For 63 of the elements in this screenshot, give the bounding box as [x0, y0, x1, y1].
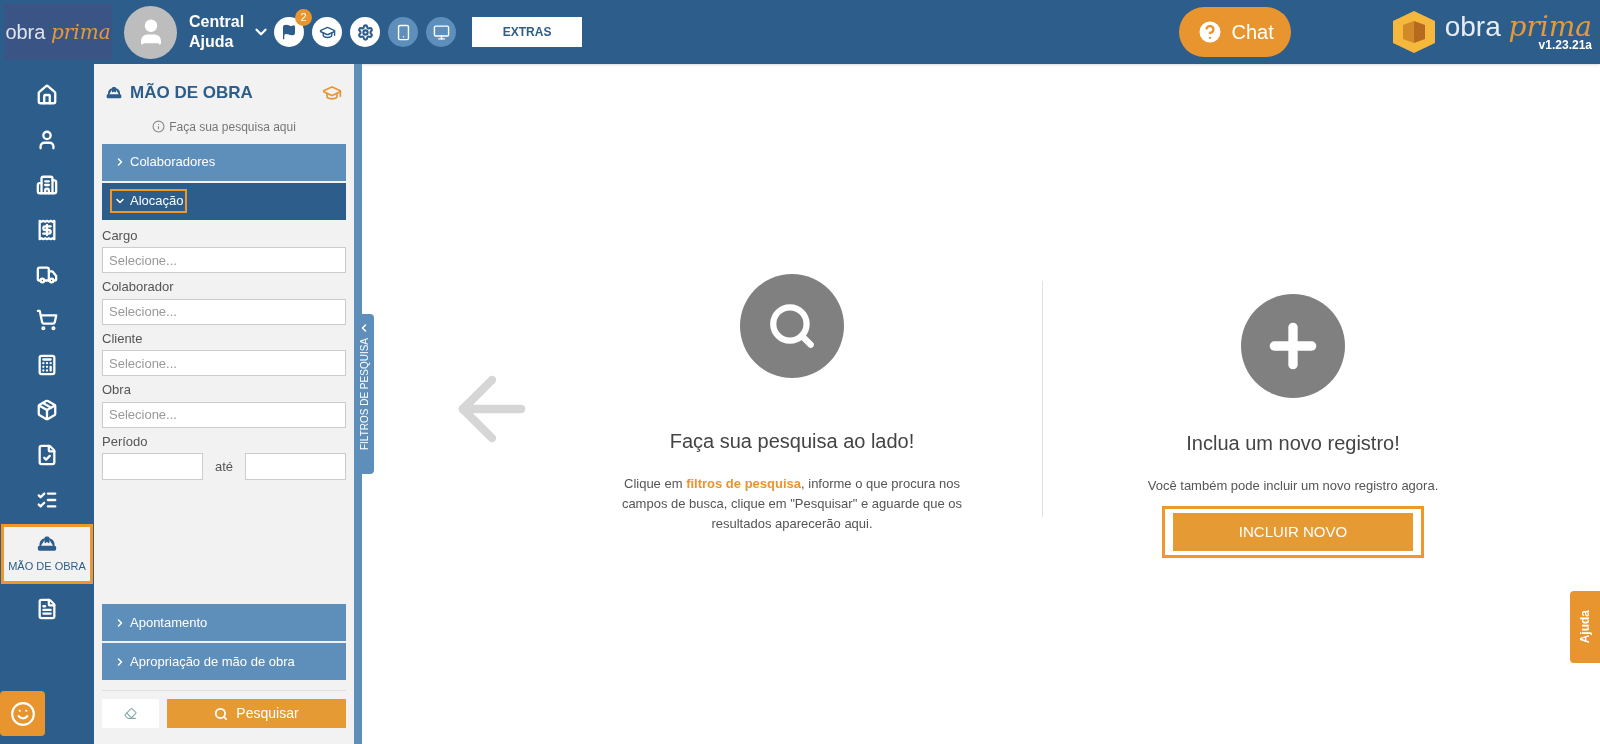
- field-label: Colaborador: [102, 278, 175, 296]
- logo[interactable]: obra prima: [4, 4, 112, 60]
- card-title: Faça sua pesquisa ao lado!: [669, 429, 915, 454]
- notification-badge: 2: [295, 9, 313, 26]
- panel-title: MÃO DE OBRA: [130, 82, 253, 104]
- search-icon: [767, 301, 817, 351]
- chat-button[interactable]: Chat: [1178, 7, 1291, 57]
- section-title: Apropriação de mão de obra: [110, 649, 299, 674]
- field-label: Cliente: [102, 329, 144, 348]
- monitor-icon: [432, 23, 450, 41]
- nav-icon: [36, 308, 58, 331]
- select-field[interactable]: Selecione...: [102, 247, 346, 273]
- nav-icon: [36, 128, 58, 151]
- select-field[interactable]: Selecione...: [102, 401, 346, 428]
- monitor-button[interactable]: [426, 17, 457, 47]
- accordion-header[interactable]: Apontamento: [102, 604, 346, 641]
- nav-item[interactable]: MÃO DE OBRA: [1, 524, 93, 584]
- accordion-header[interactable]: Alocação: [102, 182, 346, 220]
- panel-hint: Faça sua pesquisa aqui: [169, 118, 296, 136]
- user-name[interactable]: Central: [189, 12, 245, 32]
- version-label: v1.23.21a: [1538, 39, 1592, 51]
- smartphone-button[interactable]: [388, 17, 419, 47]
- accordion-header[interactable]: Apropriação de mão de obra: [102, 643, 346, 680]
- nav-icon: [36, 443, 58, 466]
- select-field[interactable]: Selecione...: [102, 350, 346, 376]
- flag-icon: [281, 24, 298, 40]
- section-title: Colaboradores: [110, 150, 220, 174]
- section-title: Alocação: [110, 189, 188, 213]
- nav-icon: [36, 173, 58, 196]
- logo-text: obra prima: [5, 19, 111, 46]
- card-text: Você também pode incluir um novo registro agora.: [1147, 477, 1439, 496]
- select-field[interactable]: Selecione...: [102, 298, 346, 325]
- search-button[interactable]: Pesquisar: [167, 699, 346, 728]
- graduation-cap-button[interactable]: [312, 17, 343, 47]
- hard-hat-icon: [106, 84, 122, 101]
- range-separator: até: [214, 457, 235, 476]
- smiley-icon: [9, 700, 36, 727]
- card-title: Inclua um novo registro!: [1186, 431, 1400, 457]
- avatar[interactable]: [124, 5, 177, 59]
- date-field[interactable]: [245, 453, 347, 480]
- settings-icon: [356, 23, 374, 41]
- nav-icon: [36, 597, 58, 620]
- help-tab[interactable]: Ajuda: [1570, 591, 1600, 663]
- nav-icon: [36, 398, 58, 421]
- info-icon: [152, 120, 166, 133]
- field-label: Obra: [102, 381, 132, 399]
- nav-icon: [36, 353, 58, 376]
- new-record-button[interactable]: INCLUIR NOVO: [1162, 505, 1424, 558]
- accordion-header[interactable]: Colaboradores: [102, 143, 346, 181]
- search-icon: [214, 706, 229, 721]
- extras-button[interactable]: EXTRAS: [472, 17, 583, 47]
- logo-icon: [1390, 9, 1437, 55]
- settings-button[interactable]: [350, 17, 381, 47]
- nav-icon: [36, 218, 58, 241]
- card-text: Clique em filtros de pesquisa, informe o que procura nos campos de busca, clique em "Pesquisar" e aguarde que os resultados aparecerão aqui.: [620, 475, 964, 533]
- nav-icon: [36, 83, 58, 106]
- user-name[interactable]: Ajuda: [189, 32, 245, 52]
- eraser-icon: [124, 707, 137, 720]
- field-label: Cargo: [102, 226, 139, 245]
- date-field[interactable]: [102, 453, 203, 480]
- field-label: Período: [102, 432, 149, 451]
- section-title: Apontamento: [110, 610, 212, 635]
- logo-text: obra prima: [1444, 13, 1592, 41]
